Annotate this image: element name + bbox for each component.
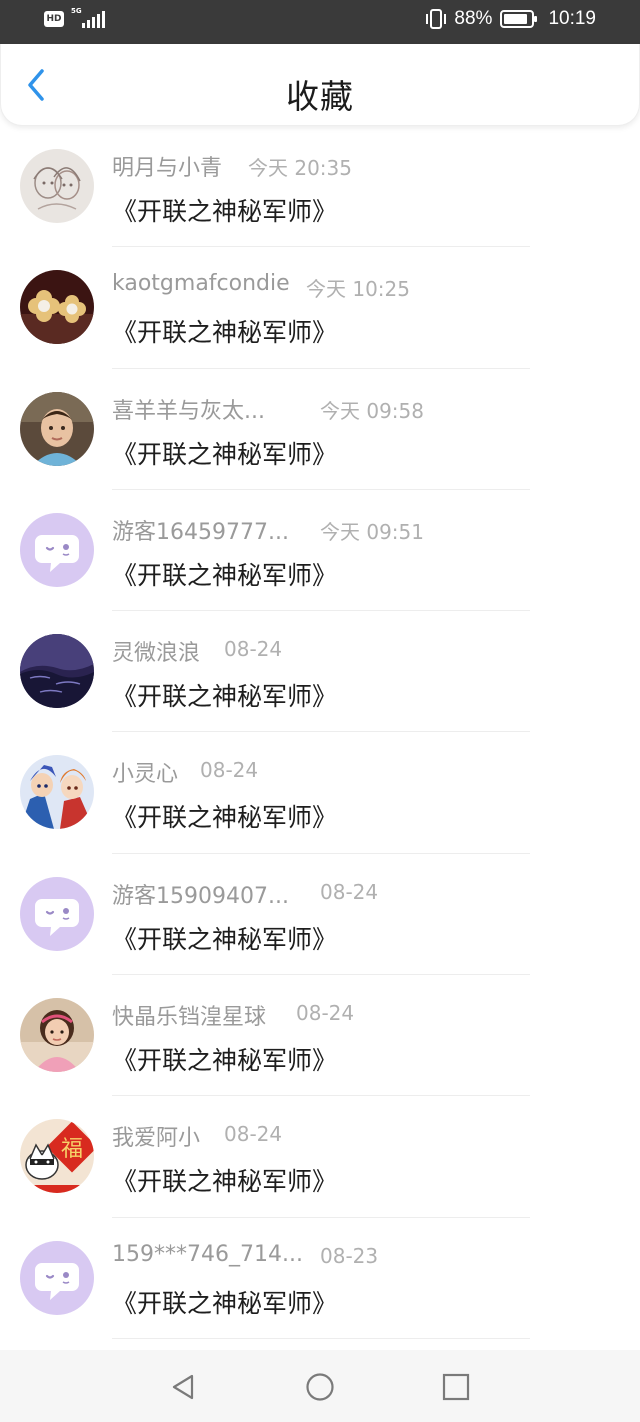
hd-badge: HD [44,11,64,27]
work-title: 《开联之神秘军师》 [112,439,338,469]
list-item[interactable]: 喜羊羊与灰太... 今天 09:58 《开联之神秘军师》 [0,369,640,490]
default-chat-avatar[interactable] [20,1240,94,1315]
timestamp: 今天 09:51 [320,519,424,544]
recents-square-icon[interactable] [441,1372,471,1402]
work-title: 《开联之神秘军师》 [112,803,338,833]
svg-text:福: 福 [61,1137,83,1162]
work-title: 《开联之神秘军师》 [112,560,338,590]
user-name: 灵微浪浪 [112,641,201,667]
list-item[interactable]: 游客16459777... 今天 09:51 《开联之神秘军师》 [0,490,640,612]
divider [112,1337,530,1339]
timestamp: 今天 09:58 [320,398,424,423]
timestamp: 08-24 [296,1001,355,1026]
user-name: 游客16459777... [112,519,289,545]
list-item[interactable]: 游客15909407... 08-24 《开联之神秘军师》 [0,854,640,976]
work-title: 《开联之神秘军师》 [112,318,338,348]
timestamp: 08-24 [320,879,379,904]
system-nav-bar [0,1350,640,1422]
vibrate-icon [426,9,447,29]
user-name: 明月与小青 [112,156,223,181]
list-item[interactable]: 快晶乐铛湟星球 08-24 《开联之神秘军师》 [0,975,640,1097]
status-bar: HD 5G 88% 10:19 [0,0,640,44]
timestamp: 08-23 [320,1243,379,1268]
user-name: 喜羊羊与灰太... [112,398,265,424]
user-name: 快晶乐铛湟星球 [112,1005,267,1031]
work-title: 《开联之神秘军师》 [112,682,338,712]
default-chat-avatar[interactable] [20,512,94,587]
app-header: 收藏 [0,44,640,126]
timestamp: 08-24 [224,637,283,662]
timestamp: 08-24 [224,1122,283,1147]
work-title: 《开联之神秘军师》 [112,197,338,226]
work-title: 《开联之神秘军师》 [112,1288,338,1318]
list-item[interactable]: 小灵心 08-24 《开联之神秘军师》 [0,732,640,854]
home-circle-icon[interactable] [305,1372,335,1402]
timestamp: 今天 10:25 [306,277,410,302]
user-name: 159***746_714... [112,1241,303,1267]
pearl-earrings-avatar[interactable] [20,270,94,345]
user-name: 我爱阿小 [112,1126,201,1152]
battery-icon [500,10,538,28]
list-item[interactable]: 159***746_714... 08-23 《开联之神秘军师》 [0,1218,640,1339]
user-name: kaotgmafcondie [112,271,290,297]
fu-new-year-avatar[interactable]: 福 [20,1119,94,1194]
list-item[interactable]: 福 我爱阿小 08-24 《开联之神秘军师》 [0,1096,640,1218]
signal-icon: 5G [71,7,105,28]
user-name: 小灵心 [112,762,179,788]
night-sea-avatar[interactable] [20,634,94,709]
work-title: 《开联之神秘军师》 [112,1046,338,1076]
back-triangle-icon[interactable] [168,1372,198,1402]
work-title: 《开联之神秘军师》 [112,924,338,954]
network-type-label: 5G [71,7,82,15]
work-title: 《开联之神秘军师》 [112,1167,338,1197]
favorites-list: 明月与小青 今天 20:35 《开联之神秘军师》 kaotgmafcondie … [0,126,640,1339]
user-name: 游客15909407... [112,883,289,909]
girl-photo-avatar[interactable] [20,998,94,1073]
list-item[interactable]: 明月与小青 今天 20:35 《开联之神秘军师》 [0,126,640,248]
timestamp: 08-24 [200,758,259,783]
sketch-couple-avatar[interactable] [20,149,94,223]
default-chat-avatar[interactable] [20,876,94,951]
anime-heroes-avatar[interactable] [20,755,94,830]
timestamp: 今天 20:35 [248,156,352,180]
battery-percent: 88% [454,8,493,29]
status-clock: 10:19 [548,8,596,29]
boy-photo-avatar[interactable] [20,391,94,466]
page-title: 收藏 [286,77,354,116]
list-item[interactable]: kaotgmafcondie 今天 10:25 《开联之神秘军师》 [0,247,640,369]
list-item[interactable]: 灵微浪浪 08-24 《开联之神秘军师》 [0,611,640,733]
